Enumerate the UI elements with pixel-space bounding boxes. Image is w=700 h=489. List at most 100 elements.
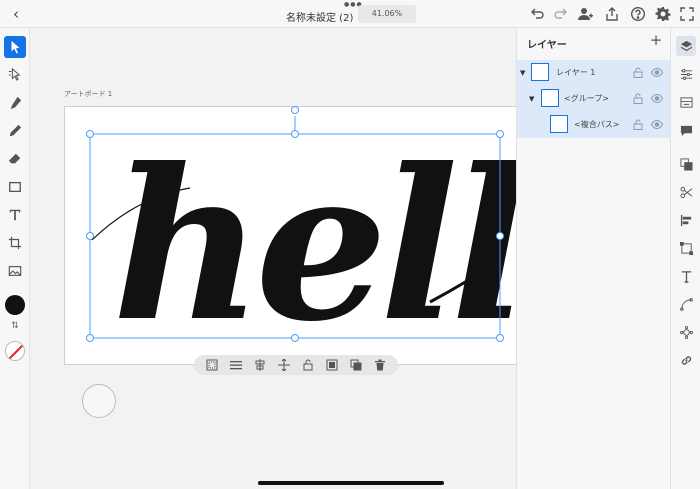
layers-panel: レイヤー + ▼ レイヤー 1 ▼ <グループ> <複合パス>: [516, 28, 671, 489]
properties-icon: [680, 68, 692, 80]
link-button[interactable]: [676, 350, 696, 370]
link-icon: [681, 355, 691, 365]
fit-screen-icon: [680, 7, 694, 21]
layer-name: <グループ>: [564, 94, 609, 103]
image-tool[interactable]: [4, 260, 26, 282]
undo-icon: [531, 8, 544, 19]
hello-lettering: hello: [112, 124, 516, 368]
resize-handle-left[interactable]: [86, 232, 94, 240]
delete-button[interactable]: [373, 358, 387, 372]
pen-icon: [10, 96, 22, 110]
move-button[interactable]: [277, 358, 291, 372]
caret-down-icon[interactable]: ▼: [529, 95, 534, 103]
unlock-icon[interactable]: [633, 67, 643, 78]
fill-color-swatch[interactable]: [5, 295, 25, 315]
align-panel-button[interactable]: [676, 210, 696, 230]
layer-row[interactable]: ▼ <グループ>: [517, 86, 671, 112]
invite-button[interactable]: [576, 5, 594, 23]
help-icon: [630, 6, 646, 22]
transform-icon: [679, 241, 693, 255]
resize-handle-bottom-right[interactable]: [496, 334, 504, 342]
undo-button[interactable]: [528, 5, 546, 23]
transform-button[interactable]: [676, 238, 696, 258]
redo-icon: [554, 8, 567, 19]
fit-screen-button[interactable]: [678, 5, 696, 23]
resize-handle-top-right[interactable]: [496, 130, 504, 138]
help-button[interactable]: [629, 5, 647, 23]
direct-selection-tool[interactable]: [4, 64, 26, 86]
image-trace-icon: [326, 359, 338, 371]
duplicate-button[interactable]: [349, 358, 363, 372]
lock-icon: [303, 359, 313, 371]
resize-handle-bottom-left[interactable]: [86, 334, 94, 342]
type-icon: [9, 209, 21, 221]
selection-tool[interactable]: [4, 36, 26, 58]
comments-button[interactable]: [676, 120, 696, 140]
arrange-icon: [679, 157, 693, 171]
type-properties-icon: [681, 270, 691, 283]
image-icon: [8, 266, 22, 276]
eye-icon[interactable]: [651, 93, 663, 104]
caret-down-icon[interactable]: ▼: [520, 69, 525, 77]
align-icon: [680, 214, 691, 226]
document-title-area[interactable]: 名称未設定 (2): [286, 6, 354, 24]
canvas[interactable]: アートボード 1 hello: [30, 28, 516, 489]
crop-icon: [8, 236, 22, 250]
layer-row[interactable]: ▼ レイヤー 1: [517, 60, 671, 86]
path-button[interactable]: [676, 294, 696, 314]
zoom-level[interactable]: 41.06%: [358, 5, 416, 23]
layers-icon: [680, 40, 692, 51]
type-tool[interactable]: [4, 204, 26, 226]
pattern-button[interactable]: [205, 358, 219, 372]
resize-handle-top[interactable]: [291, 130, 299, 138]
libraries-button[interactable]: [676, 92, 696, 112]
redo-button[interactable]: [552, 5, 570, 23]
repeat-icon: [679, 325, 693, 339]
settings-button[interactable]: [654, 5, 672, 23]
unlock-icon[interactable]: [633, 119, 643, 130]
touch-shortcut-button[interactable]: [82, 384, 116, 418]
arrange-button[interactable]: [676, 154, 696, 174]
layer-thumbnail: [550, 115, 568, 133]
rectangle-tool[interactable]: [4, 176, 26, 198]
layer-row[interactable]: <複合パス>: [517, 112, 671, 138]
document-title: 名称未設定 (2): [286, 13, 354, 24]
crop-tool[interactable]: [4, 232, 26, 254]
path-icon: [679, 297, 693, 311]
eraser-tool[interactable]: [4, 148, 26, 170]
type-properties-button[interactable]: [676, 266, 696, 286]
properties-button[interactable]: [676, 64, 696, 84]
unlock-icon[interactable]: [633, 93, 643, 104]
resize-handle-bottom[interactable]: [291, 334, 299, 342]
back-button[interactable]: ‹: [8, 5, 24, 23]
swap-colors-icon[interactable]: ⇅: [6, 321, 24, 331]
settings-icon: [655, 7, 671, 21]
eraser-icon: [8, 153, 21, 164]
align-button[interactable]: [229, 358, 243, 372]
repeat-button[interactable]: [676, 322, 696, 342]
layer-name: <複合パス>: [574, 120, 620, 129]
pencil-tool[interactable]: [4, 120, 26, 142]
image-trace-button[interactable]: [325, 358, 339, 372]
cut-button[interactable]: [676, 182, 696, 202]
resize-handle-right[interactable]: [496, 232, 504, 240]
rectangle-icon: [9, 181, 21, 193]
plus-icon: +: [649, 31, 663, 49]
stroke-color-swatch[interactable]: [5, 341, 25, 361]
layer-thumbnail: [541, 89, 559, 107]
layers-panel-button[interactable]: [676, 36, 696, 56]
distribute-button[interactable]: [253, 358, 267, 372]
share-icon: [606, 7, 618, 21]
distribute-icon: [255, 359, 265, 371]
lock-button[interactable]: [301, 358, 315, 372]
hello-artwork[interactable]: hello: [30, 28, 516, 489]
pen-tool[interactable]: [4, 92, 26, 114]
eye-icon[interactable]: [651, 67, 663, 78]
home-indicator: [258, 481, 444, 485]
resize-handle-top-left[interactable]: [86, 130, 94, 138]
add-layer-button[interactable]: +: [648, 32, 664, 48]
eye-icon[interactable]: [651, 119, 663, 130]
share-button[interactable]: [603, 5, 621, 23]
top-bar: ‹ 名称未設定 (2) ●●● 41.06%: [0, 0, 700, 28]
rotate-handle[interactable]: [291, 106, 299, 114]
